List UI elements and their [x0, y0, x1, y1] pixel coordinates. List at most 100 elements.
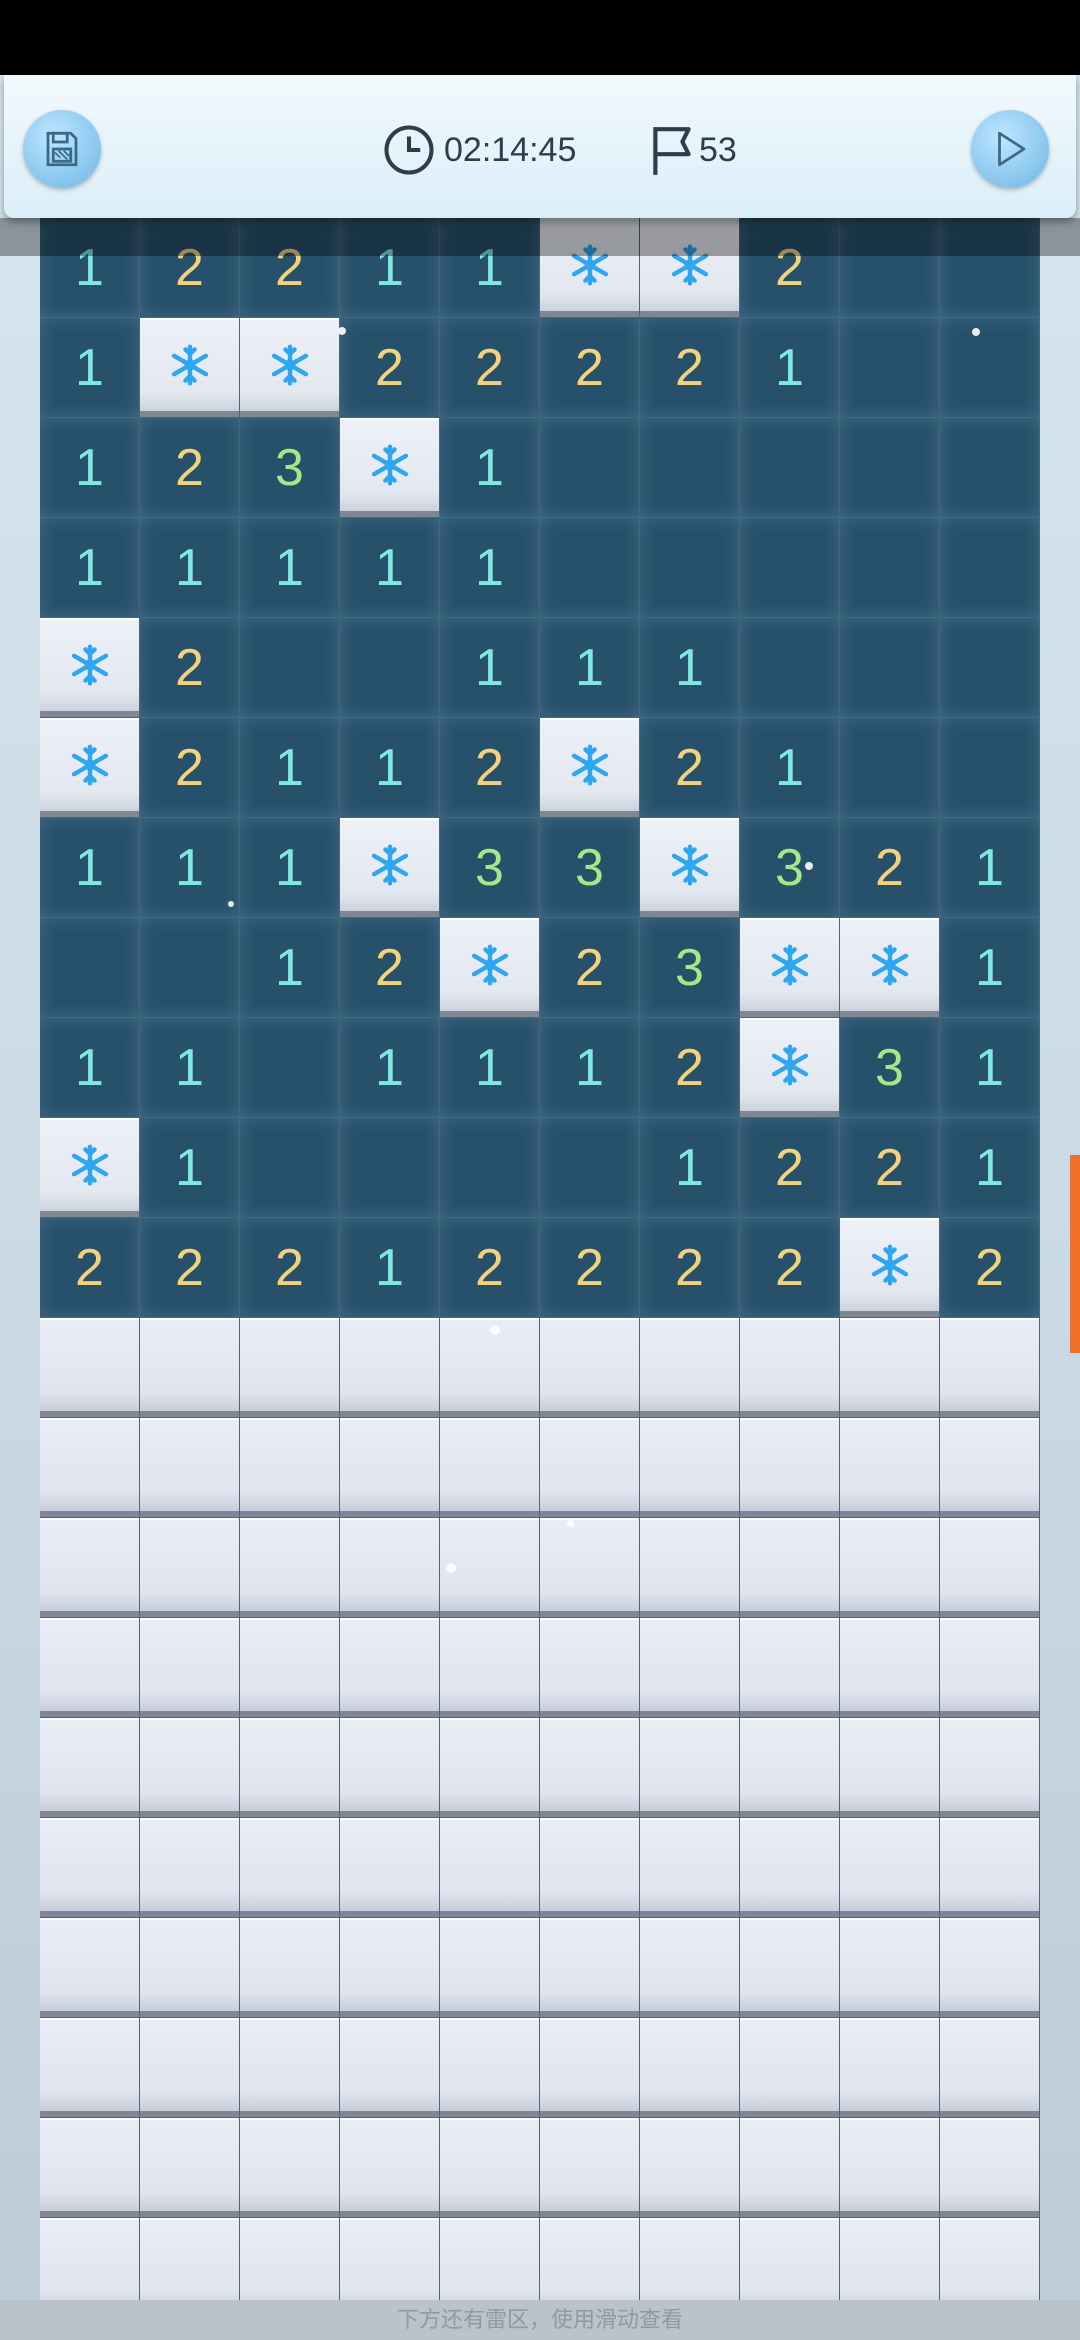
- number-cell[interactable]: 1: [540, 618, 639, 717]
- hidden-cell[interactable]: [840, 1818, 939, 1917]
- hidden-cell[interactable]: [340, 2018, 439, 2117]
- flagged-cell[interactable]: [540, 718, 639, 817]
- number-cell[interactable]: 2: [440, 318, 539, 417]
- hidden-cell[interactable]: [440, 1718, 539, 1817]
- number-cell[interactable]: 2: [840, 818, 939, 917]
- hidden-cell[interactable]: [640, 1918, 739, 2017]
- hidden-cell[interactable]: [240, 1318, 339, 1417]
- number-cell[interactable]: 1: [940, 1118, 1039, 1217]
- empty-cell[interactable]: [840, 618, 939, 717]
- flagged-cell[interactable]: [340, 818, 439, 917]
- hidden-cell[interactable]: [940, 2018, 1039, 2117]
- hidden-cell[interactable]: [840, 2018, 939, 2117]
- number-cell[interactable]: 1: [340, 718, 439, 817]
- number-cell[interactable]: 1: [140, 1118, 239, 1217]
- hidden-cell[interactable]: [40, 1518, 139, 1617]
- number-cell[interactable]: 1: [140, 518, 239, 617]
- hidden-cell[interactable]: [140, 2118, 239, 2217]
- empty-cell[interactable]: [140, 918, 239, 1017]
- hidden-cell[interactable]: [340, 1918, 439, 2017]
- hidden-cell[interactable]: [540, 2118, 639, 2217]
- play-button[interactable]: [971, 110, 1049, 188]
- number-cell[interactable]: 2: [40, 1218, 139, 1317]
- hidden-cell[interactable]: [240, 1618, 339, 1717]
- number-cell[interactable]: 3: [240, 418, 339, 517]
- hidden-cell[interactable]: [140, 1818, 239, 1917]
- hidden-cell[interactable]: [740, 1818, 839, 1917]
- hidden-cell[interactable]: [440, 1918, 539, 2017]
- number-cell[interactable]: 2: [640, 718, 739, 817]
- empty-cell[interactable]: [940, 518, 1039, 617]
- hidden-cell[interactable]: [40, 1918, 139, 2017]
- flagged-cell[interactable]: [840, 918, 939, 1017]
- empty-cell[interactable]: [540, 418, 639, 517]
- hidden-cell[interactable]: [940, 1918, 1039, 2017]
- number-cell[interactable]: 1: [140, 818, 239, 917]
- hidden-cell[interactable]: [540, 1818, 639, 1917]
- number-cell[interactable]: 1: [340, 1218, 439, 1317]
- number-cell[interactable]: 2: [140, 418, 239, 517]
- empty-cell[interactable]: [240, 1018, 339, 1117]
- hidden-cell[interactable]: [940, 1418, 1039, 1517]
- hidden-cell[interactable]: [340, 1518, 439, 1617]
- number-cell[interactable]: 1: [240, 518, 339, 617]
- hidden-cell[interactable]: [940, 1318, 1039, 1417]
- hidden-cell[interactable]: [140, 1418, 239, 1517]
- number-cell[interactable]: 1: [240, 718, 339, 817]
- flagged-cell[interactable]: [40, 718, 139, 817]
- number-cell[interactable]: 2: [140, 618, 239, 717]
- hidden-cell[interactable]: [40, 2018, 139, 2117]
- number-cell[interactable]: 1: [940, 818, 1039, 917]
- hidden-cell[interactable]: [940, 1818, 1039, 1917]
- hidden-cell[interactable]: [140, 1318, 239, 1417]
- hidden-cell[interactable]: [640, 1718, 739, 1817]
- number-cell[interactable]: 1: [40, 418, 139, 517]
- hidden-cell[interactable]: [240, 1918, 339, 2017]
- flagged-cell[interactable]: [40, 1118, 139, 1217]
- hidden-cell[interactable]: [140, 1518, 239, 1617]
- empty-cell[interactable]: [940, 318, 1039, 417]
- empty-cell[interactable]: [240, 1118, 339, 1217]
- number-cell[interactable]: 2: [240, 1218, 339, 1317]
- number-cell[interactable]: 1: [240, 918, 339, 1017]
- flagged-cell[interactable]: [840, 1218, 939, 1317]
- number-cell[interactable]: 1: [940, 1018, 1039, 1117]
- number-cell[interactable]: 3: [440, 818, 539, 917]
- hidden-cell[interactable]: [140, 1718, 239, 1817]
- hidden-cell[interactable]: [140, 1918, 239, 2017]
- hidden-cell[interactable]: [840, 2118, 939, 2217]
- hidden-cell[interactable]: [140, 2018, 239, 2117]
- hidden-cell[interactable]: [940, 1518, 1039, 1617]
- number-cell[interactable]: 2: [640, 318, 739, 417]
- hidden-cell[interactable]: [440, 1818, 539, 1917]
- empty-cell[interactable]: [840, 318, 939, 417]
- hidden-cell[interactable]: [240, 1518, 339, 1617]
- hidden-cell[interactable]: [440, 1618, 539, 1717]
- number-cell[interactable]: 2: [640, 1218, 739, 1317]
- number-cell[interactable]: 2: [340, 318, 439, 417]
- number-cell[interactable]: 1: [40, 1018, 139, 1117]
- hidden-cell[interactable]: [540, 1918, 639, 2017]
- hidden-cell[interactable]: [40, 1818, 139, 1917]
- number-cell[interactable]: 2: [640, 1018, 739, 1117]
- hidden-cell[interactable]: [740, 1618, 839, 1717]
- number-cell[interactable]: 1: [640, 618, 739, 717]
- hidden-cell[interactable]: [540, 1518, 639, 1617]
- number-cell[interactable]: 1: [940, 918, 1039, 1017]
- hidden-cell[interactable]: [640, 1518, 739, 1617]
- hidden-cell[interactable]: [540, 1318, 639, 1417]
- number-cell[interactable]: 1: [340, 1018, 439, 1117]
- number-cell[interactable]: 2: [840, 1118, 939, 1217]
- hidden-cell[interactable]: [840, 1918, 939, 2017]
- hidden-cell[interactable]: [740, 1318, 839, 1417]
- number-cell[interactable]: 1: [740, 718, 839, 817]
- hidden-cell[interactable]: [640, 1418, 739, 1517]
- hidden-cell[interactable]: [740, 1918, 839, 2017]
- number-cell[interactable]: 2: [540, 1218, 639, 1317]
- number-cell[interactable]: 1: [40, 518, 139, 617]
- hidden-cell[interactable]: [740, 1418, 839, 1517]
- empty-cell[interactable]: [340, 618, 439, 717]
- hidden-cell[interactable]: [140, 1618, 239, 1717]
- empty-cell[interactable]: [940, 418, 1039, 517]
- empty-cell[interactable]: [340, 1118, 439, 1217]
